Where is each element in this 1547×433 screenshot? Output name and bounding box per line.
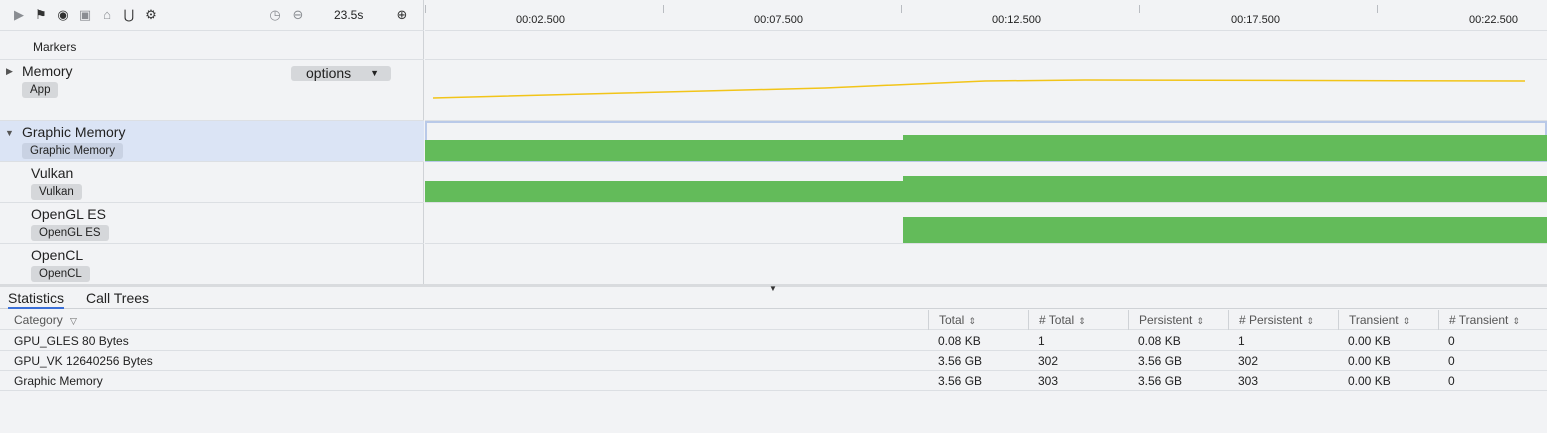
export-icon[interactable]: ⌂ xyxy=(100,8,114,22)
graphic-memory-bar xyxy=(425,140,903,161)
settings-icon[interactable]: ⚙ xyxy=(144,8,158,22)
track-opengl-es[interactable]: OpenGL ES OpenGL ES xyxy=(0,203,424,244)
opengl-es-lane[interactable] xyxy=(425,203,1547,244)
track-badge: Vulkan xyxy=(31,184,82,200)
track-graphic-memory[interactable]: ▼ Graphic Memory Graphic Memory xyxy=(0,121,424,162)
column-header-total[interactable]: Total ⇕ xyxy=(928,310,1028,330)
track-title: OpenCL xyxy=(31,247,84,263)
flag-icon[interactable]: ⚑ xyxy=(34,8,48,22)
tab-statistics[interactable]: Statistics xyxy=(8,290,65,309)
track-title: Memory xyxy=(22,63,73,79)
play-icon[interactable]: ▶ xyxy=(12,8,26,22)
ruler-label: 00:12.500 xyxy=(992,14,1041,26)
chevron-down-icon: ▼ xyxy=(370,68,379,78)
markers-row[interactable]: Markers xyxy=(0,31,424,60)
ruler-tick xyxy=(1139,5,1140,13)
column-header-category[interactable]: Category ▽ xyxy=(0,310,928,330)
zoom-in-icon[interactable]: ⊕ xyxy=(395,8,409,22)
graphic-memory-bar xyxy=(903,135,1547,161)
bottom-tabs: Statistics Call Trees xyxy=(0,287,1547,309)
track-badge: OpenGL ES xyxy=(31,225,109,241)
track-title: Graphic Memory xyxy=(22,124,126,140)
table-row[interactable]: GPU_GLES 80 Bytes 0.08 KB 1 0.08 KB 1 0.… xyxy=(0,331,1547,351)
vulkan-bar xyxy=(903,176,1547,202)
track-vulkan[interactable]: Vulkan Vulkan xyxy=(0,162,424,203)
column-header-count-persistent[interactable]: # Persistent ⇕ xyxy=(1228,310,1338,330)
track-title: OpenGL ES xyxy=(31,206,106,222)
time-ruler[interactable]: 00:02.500 00:07.500 00:12.500 00:17.500 … xyxy=(425,0,1547,31)
sort-icon: ⇕ xyxy=(1402,316,1411,326)
track-memory[interactable]: ▶ Memory App options ▼ xyxy=(0,60,424,121)
ruler-tick xyxy=(663,5,664,13)
table-row[interactable]: Graphic Memory 3.56 GB 303 3.56 GB 303 0… xyxy=(0,371,1547,391)
ruler-label: 00:07.500 xyxy=(754,14,803,26)
graphic-memory-lane[interactable] xyxy=(425,121,1547,162)
track-badge: Graphic Memory xyxy=(22,143,123,159)
markers-label: Markers xyxy=(33,40,77,54)
track-opencl[interactable]: OpenCL OpenCL xyxy=(0,244,424,284)
timeline-pane[interactable]: 00:02.500 00:07.500 00:12.500 00:17.500 … xyxy=(425,0,1547,284)
sort-icon: ⇕ xyxy=(1196,316,1204,326)
capture-icon[interactable]: ▣ xyxy=(78,8,92,22)
collapse-caret-icon[interactable]: ▼ xyxy=(5,128,14,138)
vulkan-bar xyxy=(425,181,903,202)
zoom-out-icon[interactable]: ⊖ xyxy=(291,8,305,22)
sort-icon: ⇕ xyxy=(968,316,976,326)
column-header-count-transient[interactable]: # Transient ⇕ xyxy=(1438,310,1547,330)
record-icon[interactable]: ◉ xyxy=(56,8,70,22)
tab-call-trees[interactable]: Call Trees xyxy=(86,290,149,306)
sort-icon: ⇕ xyxy=(1078,316,1086,326)
column-header-transient[interactable]: Transient ⇕ xyxy=(1338,310,1438,330)
duration-readout: 23.5s xyxy=(334,8,364,22)
timer-icon[interactable]: ◷ xyxy=(268,8,282,22)
table-row[interactable]: GPU_VK 12640256 Bytes 3.56 GB 302 3.56 G… xyxy=(0,351,1547,371)
filter-icon[interactable]: ▽ xyxy=(70,316,77,326)
ruler-tick xyxy=(901,5,902,13)
ruler-tick xyxy=(1377,5,1378,13)
memory-lane[interactable] xyxy=(425,60,1547,121)
track-title: Vulkan xyxy=(31,165,74,181)
track-badge: OpenCL xyxy=(31,266,90,282)
table-header: Category ▽ Total ⇕ # Total ⇕ Persistent ⇕ #… xyxy=(0,310,1547,330)
column-header-persistent[interactable]: Persistent ⇕ xyxy=(1128,310,1228,330)
ruler-tick xyxy=(425,5,426,13)
ruler-label: 00:02.500 xyxy=(516,14,565,26)
column-header-count-total[interactable]: # Total ⇕ xyxy=(1028,310,1128,330)
options-label: options xyxy=(306,65,352,81)
memory-line-chart xyxy=(432,79,1526,99)
opencl-lane[interactable] xyxy=(425,244,1547,284)
opengl-es-bar xyxy=(903,217,1547,243)
toolbar: ▶ ⚑ ◉ ▣ ⌂ ⋃ ⚙ ◷ ⊖ 23.5s ⊕ xyxy=(0,0,424,31)
vulkan-lane[interactable] xyxy=(425,162,1547,203)
markers-lane[interactable] xyxy=(425,31,1547,60)
expand-caret-icon[interactable]: ▶ xyxy=(6,66,13,77)
memory-line xyxy=(432,79,1526,99)
options-dropdown[interactable]: options ▼ xyxy=(291,66,391,81)
filter-icon[interactable]: ⋃ xyxy=(122,8,136,22)
ruler-label: 00:22.500 xyxy=(1469,14,1518,26)
sort-icon: ⇕ xyxy=(1512,316,1520,326)
sort-icon: ⇕ xyxy=(1306,316,1314,326)
track-badge: App xyxy=(22,82,59,98)
ruler-label: 00:17.500 xyxy=(1231,14,1280,26)
